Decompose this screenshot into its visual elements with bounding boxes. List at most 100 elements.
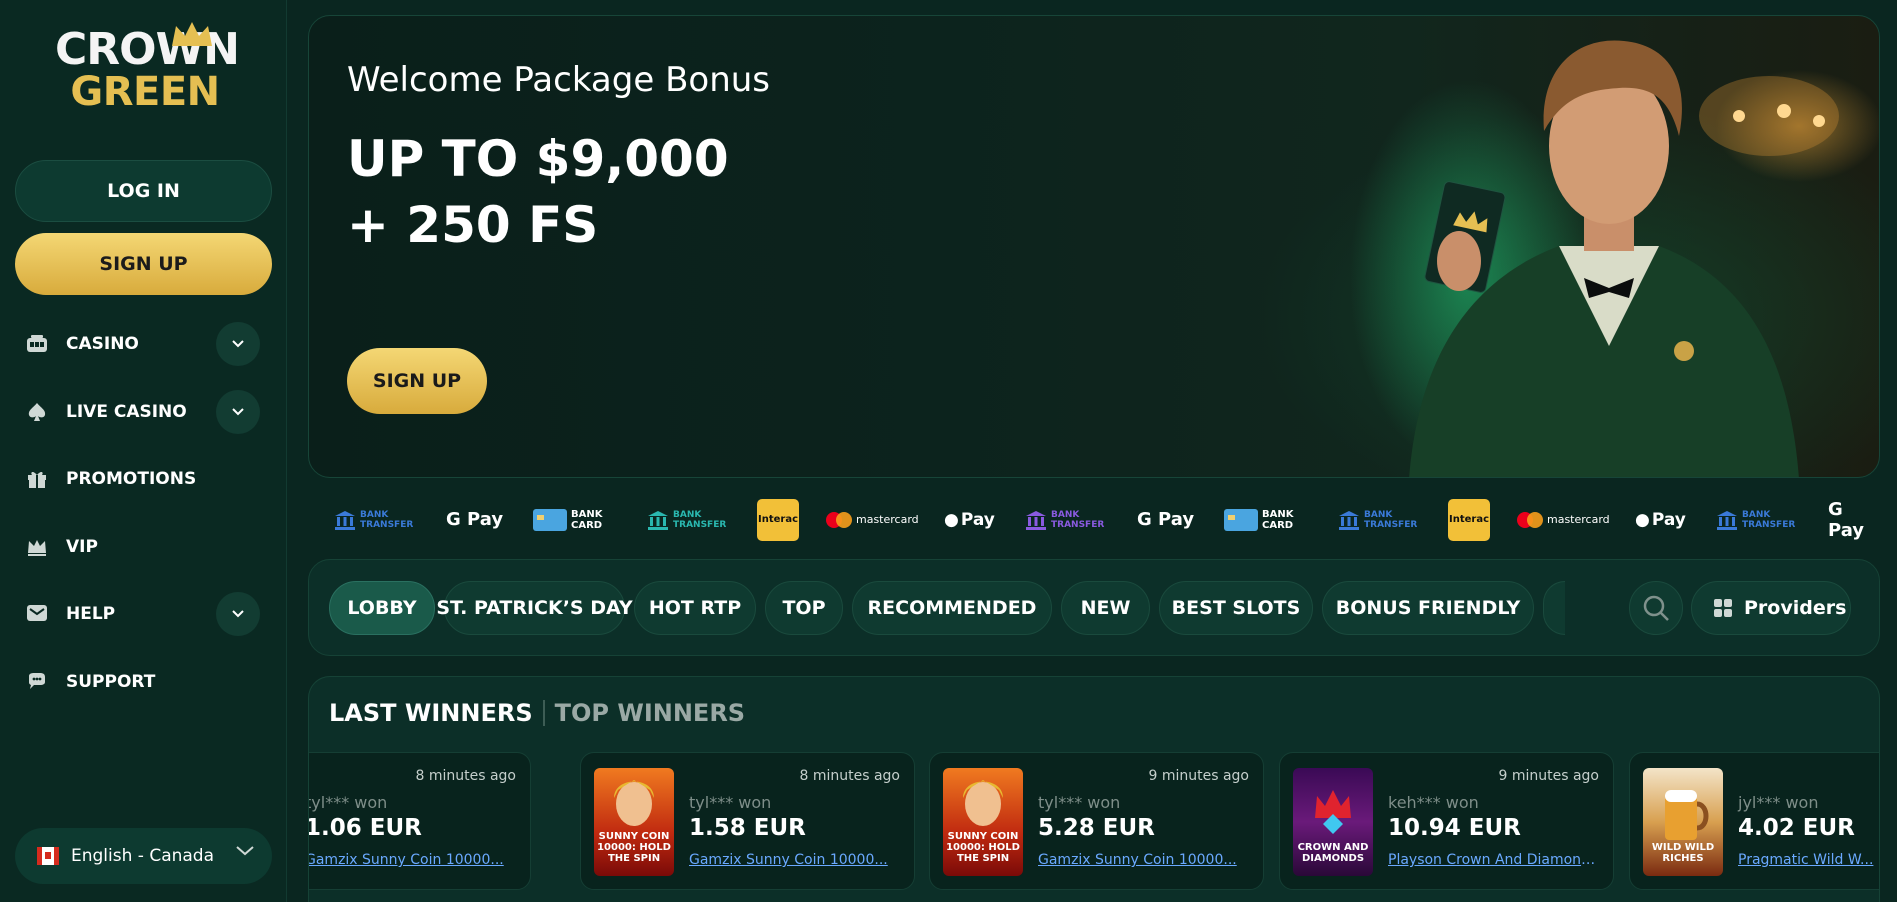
- winners-panel: LAST WINNERS TOP WINNERS 8 minutes ago t…: [308, 676, 1880, 902]
- chevron-down-icon[interactable]: [216, 322, 260, 366]
- login-button[interactable]: LOG IN: [15, 160, 272, 222]
- payment-label: BANK TRANSFER: [1364, 509, 1418, 530]
- winner-user: jyl*** won: [1738, 793, 1819, 812]
- winner-user: tyl*** won: [1038, 793, 1121, 812]
- winner-card[interactable]: SUNNY COIN 10000: HOLD THE SPIN 9 minute…: [929, 752, 1264, 890]
- winner-card[interactable]: CROWN AND DIAMONDS 9 minutes ago keh*** …: [1279, 752, 1614, 890]
- winner-time: 9 minutes ago: [1498, 768, 1599, 784]
- payment-label: Interac: [757, 498, 799, 541]
- winner-game-link[interactable]: Playson Crown And Diamonds...: [1388, 852, 1603, 868]
- message-icon: [25, 602, 49, 626]
- tab-top-winners[interactable]: TOP WINNERS: [555, 699, 745, 727]
- bank-card-logo: BANK CARD: [533, 497, 605, 542]
- payment-label: BANK CARD: [1262, 508, 1294, 531]
- interac-logo: Interac: [1448, 497, 1490, 542]
- providers-button[interactable]: Providers: [1691, 581, 1851, 635]
- chat-icon: [25, 670, 49, 694]
- search-button[interactable]: [1629, 581, 1683, 635]
- payment-label: BANK TRANSFER: [1742, 509, 1796, 530]
- mastercard-logo: mastercard: [1517, 497, 1610, 542]
- winner-card[interactable]: 8 minutes ago tyl*** won 1.06 EUR Gamzix…: [308, 752, 531, 890]
- crown-icon: [25, 535, 49, 559]
- winner-game-link[interactable]: Gamzix Sunny Coin 10000...: [689, 852, 904, 868]
- game-thumbnail[interactable]: WILD WILD RICHES: [1643, 768, 1723, 876]
- winner-game-link[interactable]: Gamzix Sunny Coin 10000...: [1038, 852, 1253, 868]
- thumbnail-title: SUNNY COIN 10000: HOLD THE SPIN: [946, 831, 1020, 864]
- tab-best-slots[interactable]: BEST SLOTS: [1159, 581, 1313, 635]
- winner-amount: 1.06 EUR: [308, 815, 422, 841]
- slot-machine-icon: [25, 332, 49, 356]
- payment-label: BANK TRANSFER: [1051, 509, 1105, 530]
- welcome-banner[interactable]: Welcome Package Bonus UP TO $9,000 + 250…: [308, 15, 1880, 478]
- payment-label: mastercard: [1547, 513, 1610, 526]
- payment-methods-strip: BANK TRANSFER G Pay BANK CARD BANK TRANS…: [330, 497, 1880, 542]
- sidebar-item-casino[interactable]: CASINO: [25, 322, 262, 366]
- tab-hot-rtp[interactable]: HOT RTP: [634, 581, 756, 635]
- winner-time: 9 minutes ago: [1148, 768, 1249, 784]
- category-bar: LOBBY ST. PATRICK’S DAY HOT RTP TOP RECO…: [308, 559, 1880, 656]
- gpay-logo: G Pay: [1137, 509, 1195, 530]
- tab-top[interactable]: TOP: [765, 581, 843, 635]
- sidebar-item-help[interactable]: HELP: [25, 592, 262, 636]
- canada-flag-icon: [37, 847, 59, 865]
- sidebar-item-support[interactable]: SUPPORT: [25, 660, 262, 704]
- sidebar-item-live-casino[interactable]: LIVE CASINO: [25, 390, 262, 434]
- winner-time: 8 minutes ago: [799, 768, 900, 784]
- thumbnail-title: CROWN AND DIAMONDS: [1297, 842, 1369, 864]
- winner-user: keh*** won: [1388, 793, 1479, 812]
- thumbnail-title: SUNNY COIN 10000: HOLD THE SPIN: [597, 831, 671, 864]
- payment-label: mastercard: [856, 513, 919, 526]
- chevron-down-icon[interactable]: [216, 390, 260, 434]
- chevron-down-icon[interactable]: [216, 592, 260, 636]
- tab-recommended[interactable]: RECOMMENDED: [852, 581, 1052, 635]
- bank-transfer-logo: BANK TRANSFER: [1338, 497, 1418, 542]
- thumbnail-title: WILD WILD RICHES: [1651, 842, 1715, 864]
- tab-st-patricks-day[interactable]: ST. PATRICK’S DAY: [436, 581, 633, 635]
- gpay-logo: G Pay: [446, 509, 504, 530]
- apple-icon: ●: [1635, 509, 1650, 530]
- chevron-down-icon: [236, 846, 254, 856]
- winner-user: tyl*** won: [308, 793, 388, 812]
- language-selector[interactable]: English - Canada: [15, 828, 272, 884]
- sidebar-item-label: VIP: [66, 537, 98, 557]
- sidebar-item-label: CASINO: [66, 334, 139, 354]
- sidebar-item-promotions[interactable]: PROMOTIONS: [25, 457, 262, 501]
- game-thumbnail[interactable]: SUNNY COIN 10000: HOLD THE SPIN: [943, 768, 1023, 876]
- winner-card[interactable]: SUNNY COIN 10000: HOLD THE SPIN 8 minute…: [580, 752, 915, 890]
- sidebar: CROWN GREEN LOG IN SIGN UP CASINO LIVE C…: [0, 0, 287, 902]
- spade-icon: [25, 400, 49, 424]
- winner-game-link[interactable]: Pragmatic Wild W...: [1738, 852, 1879, 868]
- interac-logo: Interac: [757, 497, 799, 542]
- tab-overflow-partial[interactable]: [1543, 581, 1565, 635]
- banner-signup-button[interactable]: SIGN UP: [347, 348, 487, 414]
- tab-lobby[interactable]: LOBBY: [329, 581, 435, 635]
- bank-transfer-logo: BANK TRANSFER: [1716, 497, 1796, 542]
- payment-label: BANK TRANSFER: [360, 509, 414, 530]
- grid-icon: [1714, 599, 1732, 617]
- winner-amount: 4.02 EUR: [1738, 815, 1855, 841]
- tab-last-winners[interactable]: LAST WINNERS: [329, 699, 533, 727]
- bank-card-logo: BANK CARD: [1224, 497, 1296, 542]
- banner-amount-line2: + 250 FS: [347, 196, 599, 254]
- winner-amount: 1.58 EUR: [689, 815, 806, 841]
- banner-amount-line1: UP TO $9,000: [347, 130, 729, 188]
- signup-button[interactable]: SIGN UP: [15, 233, 272, 295]
- game-thumbnail[interactable]: CROWN AND DIAMONDS: [1293, 768, 1373, 876]
- language-label: English - Canada: [71, 846, 215, 866]
- brand-line2: GREEN: [70, 69, 220, 115]
- winner-time: 8 minutes ago: [415, 768, 516, 784]
- brand-logo[interactable]: CROWN GREEN: [55, 22, 240, 115]
- sidebar-item-vip[interactable]: VIP: [25, 525, 262, 569]
- winner-game-link[interactable]: Gamzix Sunny Coin 10000...: [309, 852, 520, 868]
- sidebar-item-label: SUPPORT: [66, 672, 156, 692]
- winner-card[interactable]: WILD WILD RICHES jyl*** won 4.02 EUR Pra…: [1629, 752, 1879, 890]
- search-icon: [1643, 595, 1669, 621]
- tab-new[interactable]: NEW: [1061, 581, 1150, 635]
- tab-bonus-friendly[interactable]: BONUS FRIENDLY: [1322, 581, 1534, 635]
- banner-illustration: [1409, 40, 1839, 477]
- game-thumbnail[interactable]: SUNNY COIN 10000: HOLD THE SPIN: [594, 768, 674, 876]
- sidebar-item-label: PROMOTIONS: [66, 469, 197, 489]
- bank-transfer-logo: BANK TRANSFER: [334, 497, 414, 542]
- payment-label: Pay: [1651, 509, 1686, 530]
- payment-label: BANK TRANSFER: [673, 509, 727, 530]
